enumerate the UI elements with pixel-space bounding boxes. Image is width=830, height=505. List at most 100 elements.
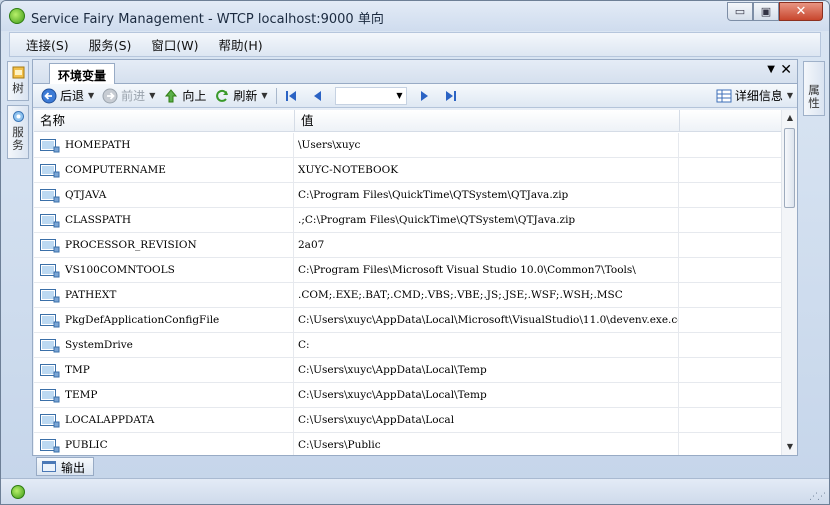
refresh-label: 刷新 (233, 89, 258, 103)
cell-name: TMP (34, 358, 294, 383)
env-variable-icon (40, 189, 60, 203)
window-controls: ▭ ▣ ✕ (727, 2, 823, 21)
cell-name: PROCESSOR_REVISION (34, 233, 294, 258)
cell-value: C: (295, 333, 679, 358)
last-page-icon[interactable] (443, 88, 459, 104)
cell-name-text: HOMEPATH (65, 139, 131, 151)
table-row[interactable]: SystemDrive C: (34, 333, 782, 358)
refresh-icon (216, 89, 229, 102)
table-row[interactable]: COMPUTERNAME XUYC-NOTEBOOK (34, 158, 782, 183)
cell-name-text: PkgDefApplicationConfigFile (65, 314, 220, 326)
menu-window[interactable]: 窗口(W) (143, 35, 206, 54)
next-page-icon[interactable] (417, 88, 433, 104)
dock-tab-properties[interactable]: 属性 (803, 61, 825, 116)
cell-name-text: LOCALAPPDATA (65, 414, 155, 426)
refresh-button[interactable]: 刷新 ▼ (214, 87, 268, 104)
menu-help[interactable]: 帮助(H) (211, 35, 271, 54)
dock-tab-service[interactable]: 服务 (7, 105, 29, 159)
env-variable-icon (40, 239, 60, 253)
table-row[interactable]: TEMP C:\Users\xuyc\AppData\Local\Temp (34, 383, 782, 408)
up-button[interactable]: 向上 (163, 87, 206, 104)
column-header-value[interactable]: 值 (295, 110, 680, 132)
forward-dropdown-icon[interactable]: ▼ (149, 91, 155, 100)
minimize-button[interactable]: ▭ (727, 2, 753, 21)
cell-name-text: SystemDrive (65, 339, 133, 351)
cell-value: C:\Users\xuyc\AppData\Local\Temp (295, 358, 679, 383)
dock-tab-properties-label: 属性 (808, 83, 820, 110)
view-mode-dropdown-icon[interactable]: ▼ (787, 91, 793, 100)
restore-button[interactable]: ▣ (753, 2, 779, 21)
env-variable-icon (40, 339, 60, 353)
details-view-icon (716, 89, 732, 102)
output-panel-tab[interactable]: 输出 (36, 457, 95, 476)
cell-name-text: PROCESSOR_REVISION (65, 239, 197, 251)
previous-page-icon[interactable] (309, 88, 325, 104)
status-bar: ⋰⋰ (1, 478, 829, 504)
back-button[interactable]: 后退 ▼ (41, 87, 94, 104)
document-tabstrip: 环境变量 ▼ ✕ (33, 60, 797, 84)
cell-name-text: TMP (65, 364, 90, 376)
table-row[interactable]: HOMEPATH \Users\xuyc (34, 133, 782, 158)
grid-header: 名称 值 (34, 110, 782, 132)
tab-list-dropdown-icon[interactable]: ▼ (767, 64, 775, 75)
resize-grip-icon[interactable]: ⋰⋰ (809, 492, 826, 502)
table-row[interactable]: LOCALAPPDATA C:\Users\xuyc\AppData\Local (34, 408, 782, 433)
env-variable-icon (40, 389, 60, 403)
table-row[interactable]: PkgDefApplicationConfigFile C:\Users\xuyc… (34, 308, 782, 333)
cell-name-text: COMPUTERNAME (65, 164, 166, 176)
table-row[interactable]: TMP C:\Users\xuyc\AppData\Local\Temp (34, 358, 782, 383)
cell-value-text: C:\Users\xuyc\AppData\Local\Microsoft\Vi… (298, 314, 679, 326)
output-tab-label: 输出 (61, 461, 86, 475)
back-arrow-icon (41, 88, 57, 103)
column-header-name[interactable]: 名称 (34, 110, 295, 132)
table-row[interactable]: PUBLIC C:\Users\Public (34, 433, 782, 455)
scrollbar-thumb[interactable] (784, 128, 795, 208)
tree-icon (12, 66, 25, 79)
env-variable-icon (40, 139, 60, 153)
title-bar[interactable]: Service Fairy Management - WTCP localhos… (1, 1, 829, 31)
cell-value-text: C:\Users\xuyc\AppData\Local (298, 414, 455, 426)
table-row[interactable]: VS100COMNTOOLS C:\Program Files\Microsoft… (34, 258, 782, 283)
view-mode-label: 详细信息 (734, 89, 783, 103)
cell-name: COMPUTERNAME (34, 158, 294, 183)
cell-value-text: C:\Users\Public (298, 439, 381, 451)
refresh-dropdown-icon[interactable]: ▼ (261, 91, 267, 100)
dock-tab-service-label: 服务 (12, 125, 24, 152)
cell-value: .;C:\Program Files\QuickTime\QTSystem\QT… (295, 208, 679, 233)
cell-value-text: \Users\xuyc (298, 139, 361, 151)
cell-name: CLASSPATH (34, 208, 294, 233)
service-fairy-icon (9, 8, 25, 24)
page-selector[interactable]: ▼ (334, 86, 407, 105)
dock-tab-tree[interactable]: 树 (7, 61, 29, 101)
table-row[interactable]: CLASSPATH .;C:\Program Files\QuickTime\QT… (34, 208, 782, 233)
env-variable-icon (40, 439, 60, 453)
document-pane: 环境变量 ▼ ✕ 后退 ▼ 前进 ▼ 向上 刷新 ▼ ▼ 详细信息 ▼ 名称 值… (32, 59, 798, 456)
forward-button[interactable]: 前进 ▼ (102, 87, 155, 104)
back-dropdown-icon[interactable]: ▼ (88, 91, 94, 100)
cell-name-text: VS100COMNTOOLS (65, 264, 175, 276)
cell-name: PATHEXT (34, 283, 294, 308)
cell-name: LOCALAPPDATA (34, 408, 294, 433)
view-mode-button[interactable]: 详细信息 ▼ (716, 87, 793, 104)
cell-name: SystemDrive (34, 333, 294, 358)
cell-value-text: C:\Program Files\QuickTime\QTSystem\QTJa… (298, 189, 569, 201)
close-button[interactable]: ✕ (779, 2, 823, 21)
menu-service[interactable]: 服务(S) (81, 35, 140, 54)
scroll-down-icon[interactable]: ▼ (782, 439, 798, 455)
cell-value: C:\Users\xuyc\AppData\Local\Temp (295, 383, 679, 408)
cell-value-text: XUYC-NOTEBOOK (298, 164, 399, 176)
table-row[interactable]: PATHEXT .COM;.EXE;.BAT;.CMD;.VBS;.VBE;.JS… (34, 283, 782, 308)
cell-value: XUYC-NOTEBOOK (295, 158, 679, 183)
tab-close-icon[interactable]: ✕ (780, 62, 792, 78)
table-row[interactable]: QTJAVA C:\Program Files\QuickTime\QTSyste… (34, 183, 782, 208)
env-variable-icon (40, 314, 60, 328)
cell-value: C:\Users\xuyc\AppData\Local\Microsoft\Vi… (295, 308, 679, 333)
table-row[interactable]: PROCESSOR_REVISION 2a07 (34, 233, 782, 258)
menu-connect[interactable]: 连接(S) (18, 35, 77, 54)
back-label: 后退 (60, 89, 85, 103)
tab-environment-variables[interactable]: 环境变量 (49, 63, 116, 84)
vertical-scrollbar[interactable]: ▲ ▼ (781, 110, 797, 455)
first-page-icon[interactable] (283, 88, 299, 104)
scroll-up-icon[interactable]: ▲ (782, 110, 798, 126)
cell-name: PUBLIC (34, 433, 294, 455)
